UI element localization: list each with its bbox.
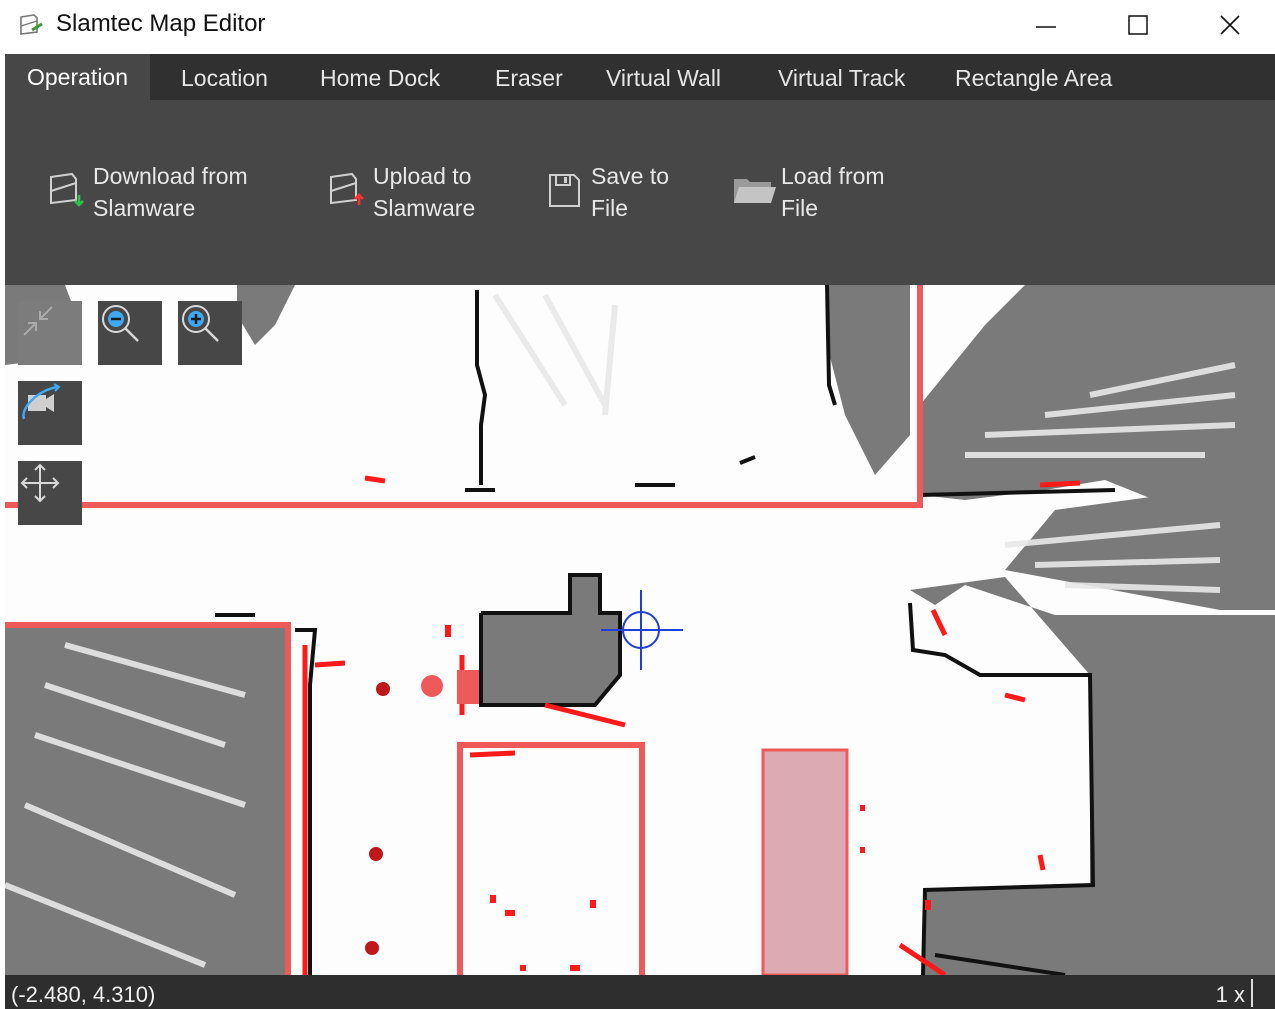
download-label-line2: Slamware [93, 195, 196, 221]
maximize-icon [1128, 15, 1148, 35]
status-bar: (-2.480, 4.310) 1 x [5, 975, 1275, 1009]
save-label-line2: File [591, 195, 629, 221]
zoom-separator [1251, 979, 1253, 1007]
window-title: Slamtec Map Editor [56, 10, 266, 37]
upload-map-icon [323, 160, 369, 220]
folder-icon [731, 160, 777, 220]
minimize-button[interactable] [1000, 0, 1092, 50]
zoom-in-button[interactable] [178, 301, 242, 365]
download-label-line1: Download from [93, 163, 248, 189]
download-map-icon [43, 160, 89, 220]
save-to-file-button[interactable]: Save to File [541, 160, 669, 232]
map-canvas[interactable] [5, 285, 1275, 975]
occupancy-map [5, 285, 1275, 975]
move-arrows-icon [20, 463, 60, 503]
shrink-arrows-icon [23, 306, 53, 336]
zoom-out-icon [102, 305, 139, 342]
upload-label-line1: Upload to [373, 163, 472, 189]
title-bar: Slamtec Map Editor [0, 0, 1275, 54]
tab-virtual-track[interactable]: Virtual Track [756, 54, 927, 100]
save-icon [541, 160, 587, 220]
load-label-line1: Load from [781, 163, 885, 189]
tab-home-dock[interactable]: Home Dock [298, 54, 462, 100]
forbidden-area [761, 748, 849, 975]
zoom-in-icon [182, 305, 219, 342]
tab-eraser[interactable]: Eraser [473, 54, 585, 100]
minimize-icon [1036, 26, 1056, 28]
fit-map-button[interactable] [18, 301, 82, 365]
upload-to-slamware-button[interactable]: Upload to Slamware [323, 160, 475, 232]
download-from-slamware-button[interactable]: Download from Slamware [43, 160, 248, 232]
tab-operation[interactable]: Operation [5, 54, 151, 100]
close-icon [1220, 15, 1240, 35]
load-from-file-button[interactable]: Load from File [731, 160, 885, 232]
tab-virtual-wall[interactable]: Virtual Wall [584, 54, 743, 100]
maximize-button[interactable] [1092, 0, 1184, 50]
menu-tab-bar: Operation Location Home Dock Eraser Virt… [5, 54, 1275, 100]
rotate-camera-icon [22, 383, 61, 420]
cursor-coordinates: (-2.480, 4.310) [11, 982, 156, 1007]
zoom-level: 1 x [1215, 982, 1245, 1007]
app-icon [18, 12, 44, 38]
tab-location[interactable]: Location [159, 54, 290, 100]
zoom-out-button[interactable] [98, 301, 162, 365]
ribbon-toolbar: Download from Slamware Upload to Slamwar… [5, 100, 1275, 285]
rotate-camera-button[interactable] [18, 381, 82, 445]
upload-label-line2: Slamware [373, 195, 476, 221]
pan-map-button[interactable] [18, 461, 82, 525]
tab-rectangle-area[interactable]: Rectangle Area [933, 54, 1134, 100]
save-label-line1: Save to [591, 163, 669, 189]
load-label-line2: File [781, 195, 819, 221]
close-button[interactable] [1184, 0, 1275, 50]
